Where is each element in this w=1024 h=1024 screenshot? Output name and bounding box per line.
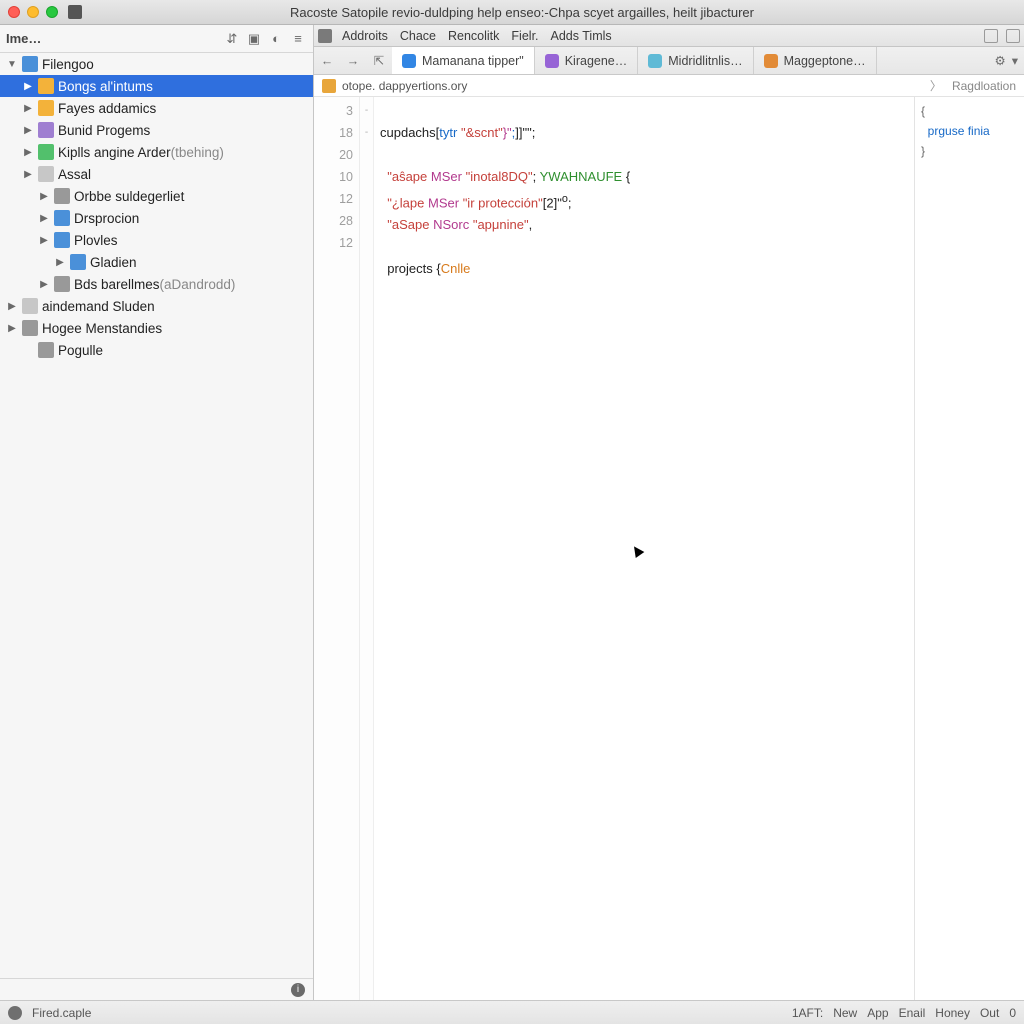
nav-back-button[interactable]: ← — [314, 47, 340, 74]
status-item[interactable]: Honey — [935, 1006, 970, 1020]
nav-fwd-button[interactable]: → — [340, 47, 366, 74]
app-icon — [68, 5, 82, 19]
project-tree[interactable]: ▼Filengoo▶Bongs al'intums▶Fayes addamics… — [0, 53, 313, 978]
fold-gutter[interactable]: -- — [360, 97, 374, 1000]
editor-area: AddroitsChaceRencolitkFielr.Adds Timls ←… — [314, 25, 1024, 1000]
status-file-label: Fired.caple — [32, 1006, 91, 1020]
sidebar-footer: i — [0, 978, 313, 1000]
status-item[interactable]: Out — [980, 1006, 999, 1020]
editor-tab[interactable]: Midridlitnlis… — [638, 47, 753, 74]
tab-icon — [545, 54, 559, 68]
window-title: Racoste Satopile revio-duldping help ens… — [88, 5, 956, 20]
nav-up-button[interactable]: ⇱ — [366, 47, 392, 74]
menu-item[interactable]: Fielr. — [505, 29, 544, 43]
settings-icon[interactable]: ⚙ — [995, 53, 1006, 68]
code-line[interactable]: "aSape NSorc "apμnine", — [380, 214, 914, 236]
close-window-button[interactable] — [8, 6, 20, 18]
outline-line: } — [921, 141, 1018, 161]
editor-tabs: ← → ⇱ Mamanana tipper"Kiragene…Midridlit… — [314, 47, 1024, 75]
chevron-down-icon[interactable]: ▾ — [1012, 53, 1018, 68]
tree-node[interactable]: ▶Hogee Menstandies — [0, 317, 313, 339]
status-item[interactable]: Enail — [899, 1006, 926, 1020]
overflow-icon[interactable] — [1006, 29, 1020, 43]
menu-item[interactable]: Adds Timls — [545, 29, 618, 43]
tree-node[interactable]: ▼Filengoo — [0, 53, 313, 75]
filter-icon[interactable]: ⇵ — [223, 30, 241, 48]
tree-node[interactable]: Pogulle — [0, 339, 313, 361]
outline-panel[interactable]: { prguse finia } — [914, 97, 1024, 1000]
project-sidebar: Ime… ⇵ ▣ ◐ ≡ ▼Filengoo▶Bongs al'intums▶F… — [0, 25, 314, 1000]
tab-icon — [648, 54, 662, 68]
menu-item[interactable]: Addroits — [336, 29, 394, 43]
sidebar-toolbar: Ime… ⇵ ▣ ◐ ≡ — [0, 25, 313, 53]
menu-item[interactable]: Rencolitk — [442, 29, 505, 43]
zoom-window-button[interactable] — [46, 6, 58, 18]
sync-icon[interactable]: ◐ — [267, 30, 285, 48]
tree-node[interactable]: ▶aindemand Sluden — [0, 295, 313, 317]
minimize-window-button[interactable] — [27, 6, 39, 18]
tab-icon — [402, 54, 416, 68]
code-line[interactable]: projects {Cnlle — [380, 258, 914, 280]
status-item[interactable]: New — [833, 1006, 857, 1020]
code-editor[interactable]: cupdachs[tytr "&scnt"}";]]""; "aŝape MSe… — [374, 97, 914, 1000]
editor-tab[interactable]: Maggeptone… — [754, 47, 877, 74]
tree-node[interactable]: ▶Assal — [0, 163, 313, 185]
editor-tab[interactable]: Mamanana tipper" — [392, 47, 535, 74]
line-number-gutter[interactable]: 3182010122812 — [314, 97, 360, 1000]
code-line[interactable] — [380, 144, 914, 166]
breadcrumb[interactable]: otope. dappyertions.ory 〉 Ragdloation — [314, 75, 1024, 97]
file-icon — [322, 79, 336, 93]
collapse-icon[interactable]: ▣ — [245, 30, 263, 48]
breadcrumb-right-label: Ragdloation — [952, 79, 1016, 93]
outline-line: prguse finia — [921, 121, 1018, 141]
panel-toggle-icon[interactable] — [984, 29, 998, 43]
window-controls — [8, 6, 58, 18]
tree-node[interactable]: ▶Gladien — [0, 251, 313, 273]
breadcrumb-arrow-icon: 〉 — [930, 77, 942, 94]
tab-icon — [764, 54, 778, 68]
code-line[interactable]: "¿lape MSer "ir protección"[2]"o; — [380, 188, 914, 214]
code-line[interactable] — [380, 236, 914, 258]
status-item[interactable]: 1AFT: — [792, 1006, 823, 1020]
tree-node[interactable]: ▶Orbbe suldegerliet — [0, 185, 313, 207]
sidebar-header-label: Ime… — [6, 31, 219, 46]
tree-node[interactable]: ▶Bds barellmes (aDandrodd) — [0, 273, 313, 295]
tree-node[interactable]: ▶Fayes addamics — [0, 97, 313, 119]
window-titlebar: Racoste Satopile revio-duldping help ens… — [0, 0, 1024, 25]
outline-line: { — [921, 101, 1018, 121]
tree-node[interactable]: ▶Bongs al'intums — [0, 75, 313, 97]
status-item[interactable]: 0 — [1009, 1006, 1016, 1020]
code-area: 3182010122812 -- cupdachs[tytr "&scnt"}"… — [314, 97, 1024, 1000]
code-line[interactable]: "aŝape MSer "inotal8DQ"; YWAHNAUFE { — [380, 166, 914, 188]
tree-node[interactable]: ▶Bunid Progems — [0, 119, 313, 141]
breadcrumb-path: otope. dappyertions.ory — [342, 79, 467, 93]
tree-node[interactable]: ▶Plovles — [0, 229, 313, 251]
module-icon — [318, 29, 332, 43]
editor-tab[interactable]: Kiragene… — [535, 47, 639, 74]
info-icon[interactable]: i — [291, 983, 305, 997]
editor-menubar: AddroitsChaceRencolitkFielr.Adds Timls — [314, 25, 1024, 47]
tree-node[interactable]: ▶Drsprocion — [0, 207, 313, 229]
status-bar: Fired.caple 1AFT: New App Enail Honey Out 0 — [0, 1000, 1024, 1024]
status-indicator-icon[interactable] — [8, 1006, 22, 1020]
code-line[interactable]: cupdachs[tytr "&scnt"}";]]""; — [380, 122, 914, 144]
menu-icon[interactable]: ≡ — [289, 30, 307, 48]
status-item[interactable]: App — [867, 1006, 888, 1020]
tree-node[interactable]: ▶Kiplls angine Arder (tbehing) — [0, 141, 313, 163]
menu-item[interactable]: Chace — [394, 29, 442, 43]
